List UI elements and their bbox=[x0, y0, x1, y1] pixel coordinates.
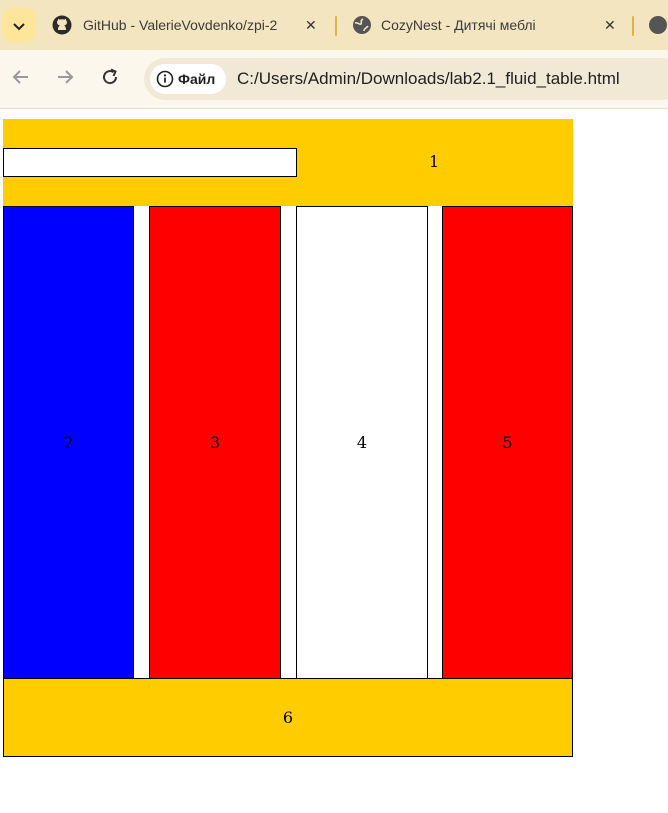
header-text-input[interactable] bbox=[3, 148, 297, 177]
browser-toolbar: Файл C:/Users/Admin/Downloads/lab2.1_flu… bbox=[0, 50, 668, 109]
tab-search-button[interactable] bbox=[2, 8, 36, 42]
page-content: 1 2 3 4 5 6 bbox=[0, 109, 668, 813]
column-cell-label: 5 bbox=[502, 433, 513, 452]
close-icon[interactable]: ✕ bbox=[604, 17, 616, 34]
footer-cell-label: 6 bbox=[282, 708, 294, 727]
tab-title: CozyNest - Дитячі меблі bbox=[381, 17, 536, 33]
tab-github[interactable]: GitHub - ValerieVovdenko/zpi-2 ✕ bbox=[50, 0, 330, 50]
globe-icon bbox=[648, 15, 668, 38]
header-cell-label: 1 bbox=[429, 152, 440, 171]
column-cell-4: 4 bbox=[296, 206, 428, 679]
globe-icon bbox=[352, 15, 372, 38]
tab-strip: GitHub - ValerieVovdenko/zpi-2 ✕ CozyNes… bbox=[0, 0, 668, 50]
footer-cell: 6 bbox=[3, 678, 573, 757]
tab-separator bbox=[335, 16, 337, 36]
arrow-right-icon bbox=[55, 67, 75, 91]
arrow-left-icon bbox=[11, 67, 31, 91]
tab-separator bbox=[632, 16, 634, 36]
column-cell-3: 3 bbox=[149, 206, 281, 679]
address-bar[interactable]: Файл C:/Users/Admin/Downloads/lab2.1_flu… bbox=[144, 58, 668, 100]
column-cell-label: 3 bbox=[209, 433, 221, 452]
site-info-chip[interactable]: Файл bbox=[150, 64, 226, 94]
tab-cozynest[interactable]: CozyNest - Дитячі меблі ✕ bbox=[350, 0, 630, 50]
tab-title: GitHub - ValerieVovdenko/zpi-2 bbox=[83, 17, 278, 33]
column-cell-label: 4 bbox=[356, 433, 368, 452]
back-button[interactable] bbox=[9, 67, 33, 91]
info-icon bbox=[156, 70, 174, 88]
column-cell-5: 5 bbox=[442, 206, 573, 679]
column-cell-label: 2 bbox=[63, 433, 74, 452]
column-cell-2: 2 bbox=[3, 206, 134, 679]
reload-button[interactable] bbox=[98, 67, 122, 91]
github-icon bbox=[52, 15, 72, 38]
reload-icon bbox=[100, 67, 120, 91]
tab-partial[interactable] bbox=[646, 0, 668, 50]
close-icon[interactable]: ✕ bbox=[305, 17, 317, 34]
url-text[interactable]: C:/Users/Admin/Downloads/lab2.1_fluid_ta… bbox=[237, 69, 620, 89]
forward-button[interactable] bbox=[53, 67, 77, 91]
chevron-down-icon bbox=[13, 16, 25, 35]
security-label: Файл bbox=[178, 71, 216, 87]
